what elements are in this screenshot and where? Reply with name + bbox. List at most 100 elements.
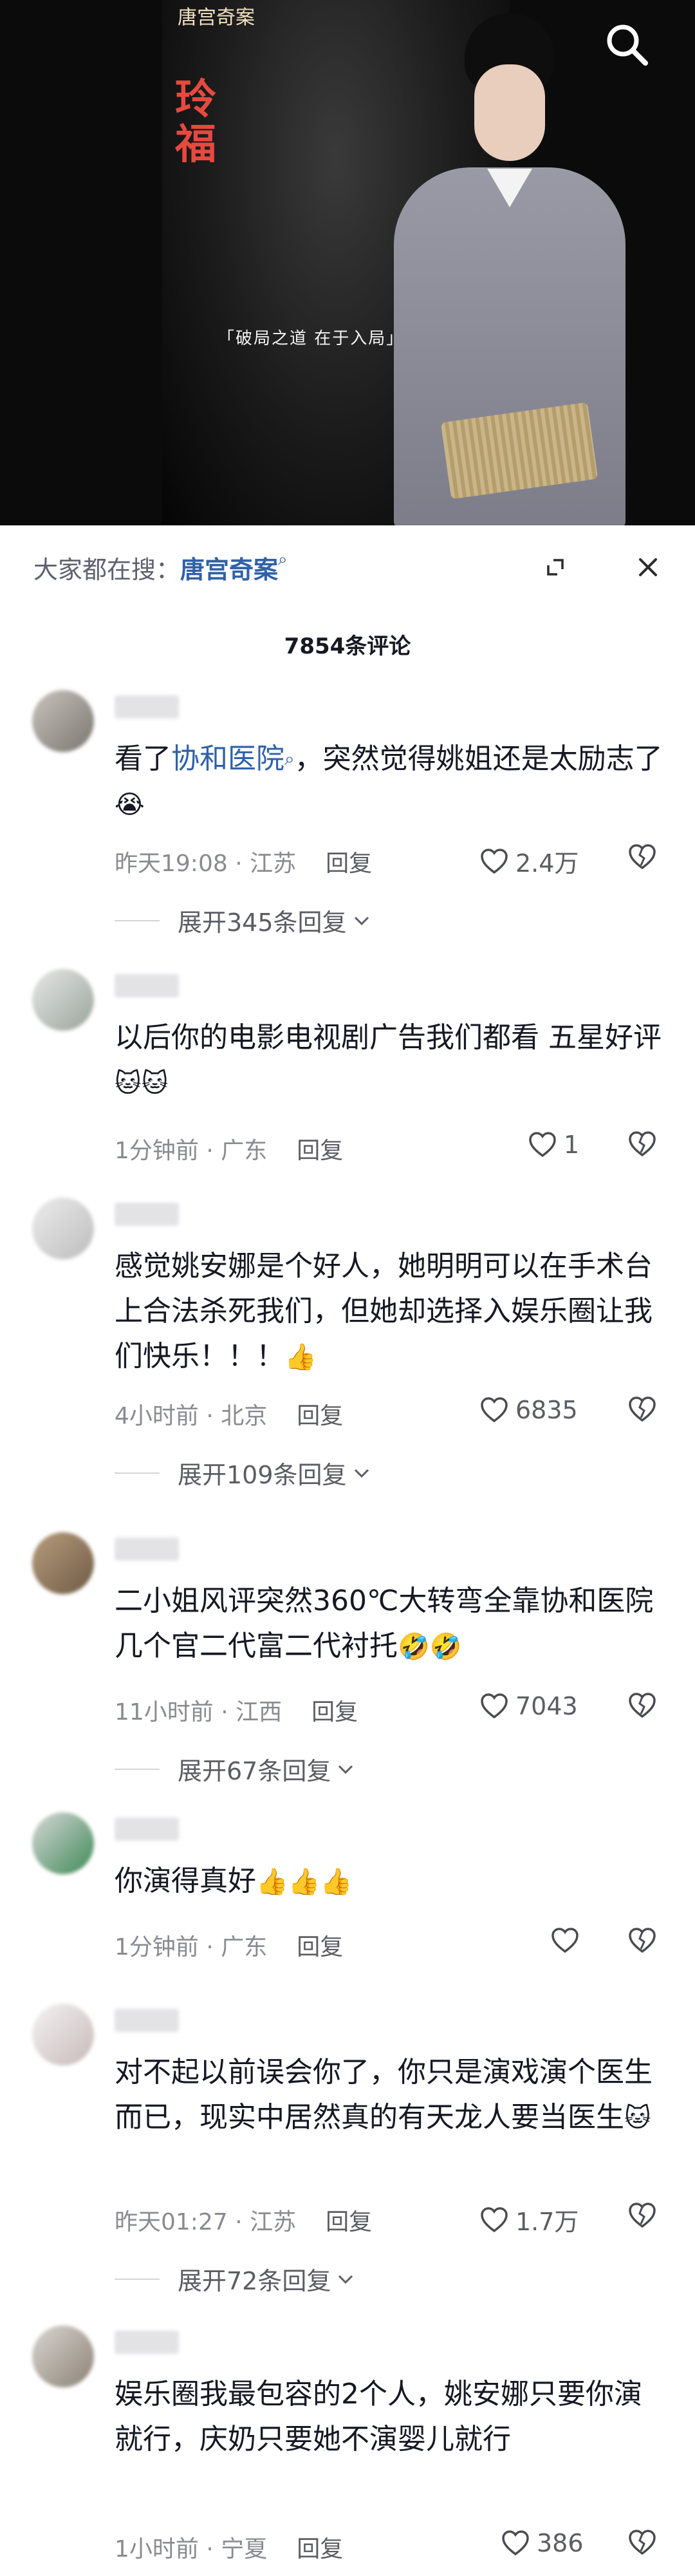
heart-icon	[529, 1132, 556, 1158]
like-button[interactable]: 1	[528, 1131, 579, 1159]
expand-replies-button[interactable]: 展开72条回复	[115, 2261, 355, 2297]
expand-replies-label: 展开67条回复	[178, 1757, 331, 1785]
heart-icon	[481, 848, 508, 874]
comment-time: 1分钟前	[115, 1934, 199, 1960]
search-icon[interactable]	[602, 19, 653, 71]
figure-face	[474, 64, 545, 161]
expand-replies-button[interactable]: 展开109条回复	[115, 1455, 371, 1490]
like-button[interactable]: 386	[501, 2529, 584, 2557]
reply-button[interactable]: 回复	[311, 1699, 358, 1725]
avatar[interactable]	[32, 1812, 94, 1874]
comment-text: 二小姐风评突然360℃大转弯全靠协和医院几个官二代富二代衬托🤣🤣	[115, 1579, 669, 1669]
avatar[interactable]	[32, 2004, 94, 2065]
username-blurred[interactable]	[115, 695, 179, 719]
avatar[interactable]	[32, 2326, 94, 2387]
comment-text: 以后你的电影电视剧广告我们都看 五星好评 🐱🐱	[115, 1015, 669, 1106]
comment-meta: 11小时前 · 江西 回复	[115, 1699, 358, 1725]
comment-text-part: 对不起以前误会你了，你只是演戏演个医生而已，现实中居然真的有天龙人要当医生	[115, 2056, 653, 2134]
expand-replies-button[interactable]: 展开67条回复	[115, 1751, 355, 1787]
emoji: 👍👍👍	[256, 1867, 353, 1897]
close-icon[interactable]	[632, 551, 664, 583]
like-count: 1.7万	[515, 2208, 579, 2236]
comment-time: 4小时前	[115, 1403, 199, 1429]
heart-icon	[481, 1693, 508, 1719]
video-banner-text: 「破局之道 在于入局」	[218, 329, 405, 348]
broken-heart-icon[interactable]	[627, 1927, 657, 1954]
video-title-calligraphy: 玲 福	[175, 75, 216, 169]
comment-time: 1小时前	[115, 2536, 199, 2562]
reply-button[interactable]: 回复	[326, 851, 372, 877]
comment-meta: 1分钟前 · 广东 回复	[115, 1138, 344, 1164]
reply-button[interactable]: 回复	[326, 2209, 372, 2235]
like-button[interactable]: 7043	[479, 1692, 578, 1720]
comment-text: 你演得真好👍👍👍	[115, 1859, 669, 1904]
username-blurred[interactable]	[115, 2009, 179, 2032]
divider-line	[115, 2278, 160, 2280]
chevron-down-icon	[354, 916, 369, 925]
username-blurred[interactable]	[115, 1537, 179, 1561]
comment-count: 7854条评论	[284, 634, 411, 659]
reply-button[interactable]: 回复	[297, 1138, 343, 1164]
heart-icon	[551, 1928, 579, 1953]
username-blurred[interactable]	[115, 1818, 179, 1841]
emoji: 👍	[284, 1342, 317, 1372]
avatar[interactable]	[32, 690, 94, 752]
comment-link[interactable]: 协和医院	[171, 742, 284, 775]
chevron-down-icon	[338, 2275, 353, 2284]
broken-heart-icon[interactable]	[627, 843, 657, 870]
comment-location: 北京	[221, 1403, 268, 1429]
comment-meta: 昨天19:08 · 江苏 回复	[115, 851, 373, 877]
search-small-icon: ⌕	[284, 748, 295, 769]
comment-text: 感觉姚安娜是个好人，她明明可以在手术台上合法杀死我们，但她却选择入娱乐圈让我们快…	[115, 1244, 669, 1380]
hot-search-query[interactable]: 唐宫奇案	[180, 556, 278, 584]
username-blurred[interactable]	[115, 1203, 179, 1226]
comment-time: 11小时前	[115, 1699, 214, 1725]
reply-button[interactable]: 回复	[297, 2536, 343, 2562]
comment-location: 江西	[236, 1699, 283, 1725]
comment-text: 对不起以前误会你了，你只是演戏演个医生而已，现实中居然真的有天龙人要当医生🐱	[115, 2050, 669, 2141]
video-player[interactable]: 唐宫奇案 玲 福 「破局之道 在于入局」	[0, 0, 695, 525]
expand-replies-button[interactable]: 展开345条回复	[115, 903, 371, 938]
comment-time: 1分钟前	[115, 1138, 199, 1164]
emoji: 😭	[115, 790, 145, 820]
broken-heart-icon[interactable]	[627, 2529, 657, 2556]
video-title-text: 玲 福	[175, 75, 216, 169]
comment-text-part: 二小姐风评突然360℃大转弯全靠协和医院几个官二代富二代衬托	[115, 1584, 654, 1662]
like-count: 386	[537, 2529, 584, 2557]
divider-line	[115, 919, 160, 921]
divider-line	[115, 1768, 160, 1770]
reply-button[interactable]: 回复	[297, 1403, 343, 1429]
like-count: 6835	[515, 1396, 578, 1424]
expand-replies-label: 展开345条回复	[178, 908, 347, 937]
broken-heart-icon[interactable]	[627, 1396, 657, 1423]
comment-text-part: 感觉姚安娜是个好人，她明明可以在手术台上合法杀死我们，但她却选择入娱乐圈让我们快…	[115, 1250, 653, 1373]
username-blurred[interactable]	[115, 974, 179, 997]
hot-search-prefix: 大家都在搜：	[33, 556, 181, 584]
comment-location: 广东	[221, 1934, 268, 1960]
comment-meta: 昨天01:27 · 江苏 回复	[115, 2209, 373, 2235]
expand-replies-label: 展开72条回复	[178, 2267, 331, 2295]
username-blurred[interactable]	[115, 2331, 179, 2354]
comment-text: 看了协和医院⌕，突然觉得姚姐还是太励志了 😭	[115, 737, 669, 827]
comment-location: 广东	[221, 1138, 268, 1164]
like-count: 7043	[515, 1692, 578, 1720]
hot-search-bar[interactable]: 大家都在搜：唐宫奇案⌕	[33, 550, 288, 585]
comment-text: 娱乐圈我最包容的2个人，姚安娜只要你演就行，庆奶只要她不演婴儿就行	[115, 2372, 669, 2463]
like-button[interactable]: 1.7万	[479, 2202, 579, 2237]
avatar[interactable]	[32, 1198, 94, 1259]
broken-heart-icon[interactable]	[627, 1692, 657, 1719]
like-button[interactable]: 2.4万	[479, 843, 579, 879]
reply-button[interactable]: 回复	[297, 1934, 343, 1960]
avatar[interactable]	[32, 969, 94, 1031]
broken-heart-icon[interactable]	[627, 1131, 657, 1158]
like-button[interactable]: 6835	[479, 1396, 578, 1424]
like-button[interactable]	[550, 1927, 586, 1954]
comment-location: 宁夏	[221, 2536, 268, 2562]
comment-location: 江苏	[250, 851, 297, 877]
comment-time: 昨天19:08	[115, 851, 228, 877]
broken-heart-icon[interactable]	[627, 2202, 657, 2229]
avatar[interactable]	[32, 1532, 94, 1594]
expand-fullscreen-icon[interactable]	[539, 551, 571, 583]
video-brand-logo: 唐宫奇案	[178, 6, 255, 29]
comment-location: 江苏	[250, 2209, 297, 2235]
